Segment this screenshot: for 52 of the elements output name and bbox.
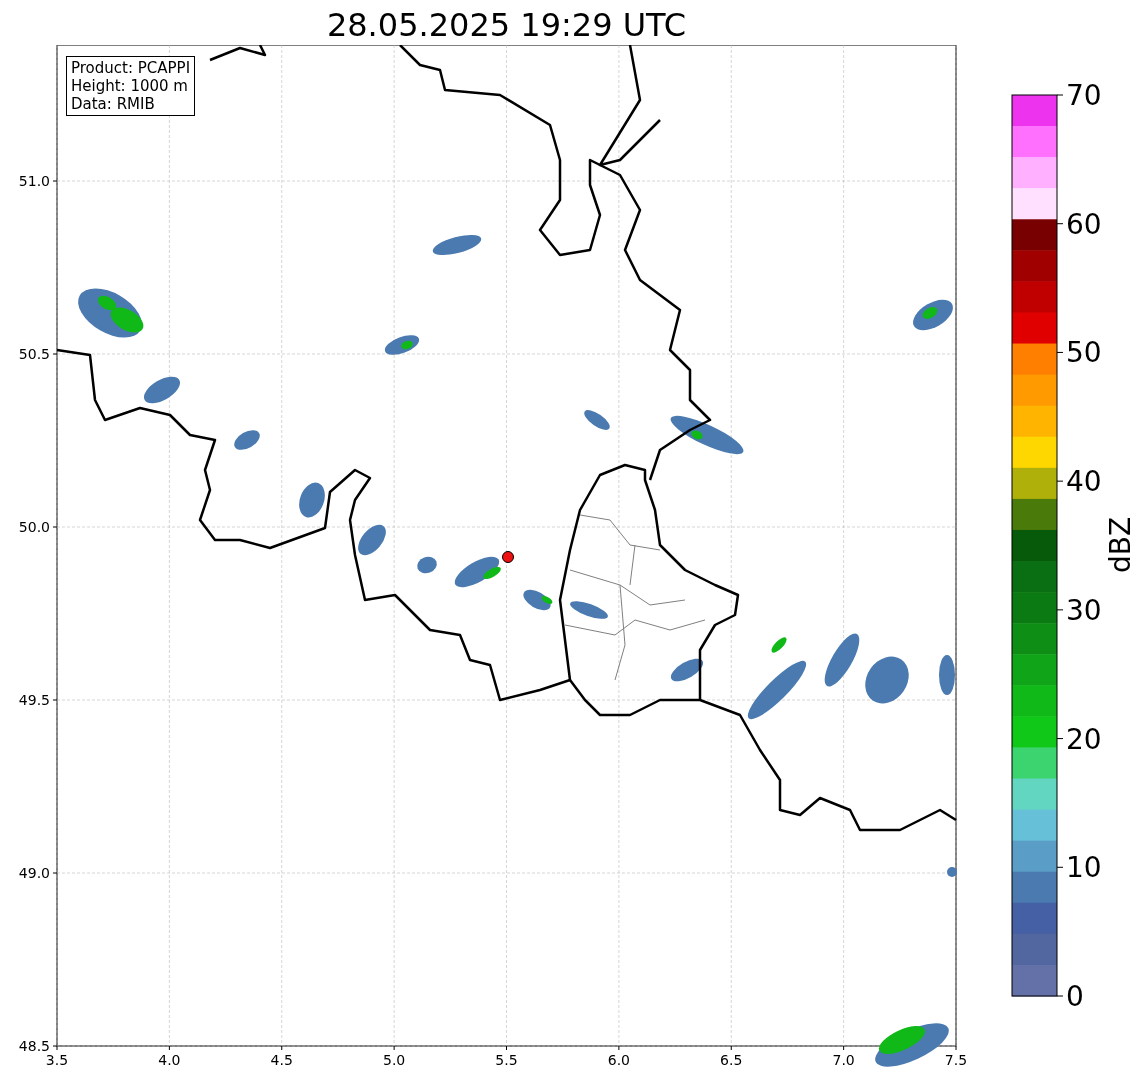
radar-echo — [454, 556, 500, 588]
colorbar-label: dBZ — [1104, 516, 1137, 574]
x-tick-label: 6.5 — [720, 1052, 743, 1068]
y-tick-label: 51.0 — [18, 173, 50, 189]
radar-echo — [299, 482, 325, 518]
x-tick-label: 4.0 — [158, 1052, 181, 1068]
y-tick-label: 48.5 — [18, 1038, 50, 1054]
colorbar-tick-label: 10 — [1066, 851, 1102, 885]
y-tick-label: 49.0 — [18, 865, 50, 881]
colorbar-tick-label: 40 — [1066, 465, 1102, 499]
radar-echo — [939, 655, 955, 695]
radar-echo — [570, 601, 608, 619]
radar-echo-core — [401, 340, 413, 350]
info-text: Data: RMIB — [71, 95, 156, 113]
radar-echo-core — [922, 307, 938, 319]
radar-echo — [747, 660, 807, 720]
radar-echo-core — [483, 566, 501, 580]
x-tick-label: 3.5 — [45, 1052, 69, 1068]
radar-echo — [234, 430, 260, 450]
radar-echo — [865, 656, 909, 704]
x-tick-label: 6.0 — [607, 1052, 630, 1068]
colorbar-tick-label: 50 — [1066, 336, 1102, 370]
radar-echo — [417, 556, 437, 574]
colorbar-tick-label: 0 — [1066, 980, 1084, 1013]
radar-echo — [432, 234, 482, 256]
colorbar-tick-label: 20 — [1066, 722, 1102, 756]
colorbar-tick-label: 60 — [1066, 207, 1102, 241]
y-tick-label: 50.0 — [18, 519, 50, 535]
radar-echo — [358, 524, 386, 556]
radar-echo — [670, 658, 704, 682]
info-text: Product: PCAPPI — [71, 59, 191, 77]
x-tick-label: 7.0 — [832, 1052, 855, 1068]
radar-echo — [824, 633, 860, 687]
x-tick-label: 7.5 — [944, 1052, 968, 1068]
y-tick-label: 49.5 — [18, 692, 50, 708]
radar-echo — [584, 410, 610, 430]
radar-echo-core — [541, 596, 553, 604]
radar-echo-core — [879, 1026, 925, 1054]
x-tick-label: 5.5 — [495, 1052, 518, 1068]
radar-echo-core — [691, 430, 703, 440]
info-text: Height: 1000 m — [71, 77, 189, 95]
map-title: 28.05.2025 19:29 UTC — [326, 9, 687, 45]
country-border — [209, 45, 267, 62]
radar-echo-core — [771, 637, 787, 653]
radar-echo — [144, 376, 180, 404]
y-tick-label: 50.5 — [18, 346, 50, 362]
x-tick-label: 5.0 — [383, 1052, 406, 1068]
radar-echo — [947, 867, 957, 877]
colorbar-tick-label: 30 — [1066, 593, 1102, 627]
colorbar-tick-label: 70 — [1066, 79, 1102, 112]
x-tick-label: 4.5 — [270, 1052, 293, 1068]
radar-site-marker — [502, 551, 514, 563]
